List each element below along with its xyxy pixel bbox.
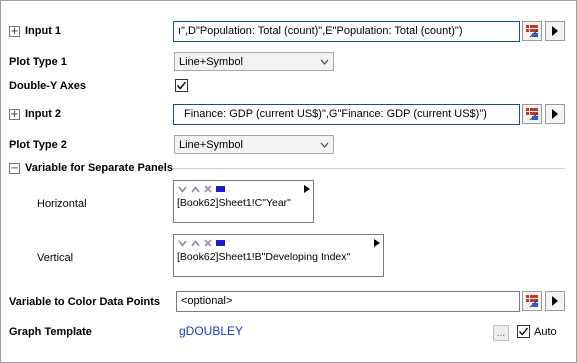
input1-menu-button[interactable]	[545, 21, 565, 41]
graph-template-value[interactable]: gDOUBLEY	[179, 324, 243, 338]
range-select-icon	[526, 25, 539, 38]
right-triangle-icon	[552, 26, 558, 36]
horizontal-variable-panel[interactable]: [Book62]Sheet1!C"Year"	[173, 180, 314, 223]
horizontal-label: Horizontal	[37, 198, 87, 210]
right-triangle-icon	[552, 296, 558, 306]
range-select-icon	[526, 108, 539, 121]
auto-label: Auto	[534, 326, 557, 338]
separate-panels-label: Variable for Separate Panels	[25, 162, 173, 174]
input2-field[interactable]: Finance: GDP (current US$)",G"Finance: G…	[173, 104, 520, 125]
range-select-icon	[526, 295, 539, 308]
input1-range-select-button[interactable]	[522, 21, 542, 41]
section-divider	[173, 168, 565, 169]
blue-square-icon[interactable]	[216, 240, 225, 246]
color-points-label: Variable to Color Data Points	[9, 296, 160, 308]
color-points-field[interactable]: <optional>	[176, 291, 520, 312]
plot-type2-value: Line+Symbol	[179, 138, 243, 151]
input2-label: Input 2	[25, 108, 62, 120]
dialog-panel: + Input 1 ı",D"Population: Total (count)…	[0, 0, 577, 363]
plot-type1-label: Plot Type 1	[9, 56, 67, 68]
checkmark-icon	[176, 81, 187, 90]
double-y-checkbox[interactable]	[175, 79, 188, 92]
x-icon[interactable]	[204, 239, 212, 247]
horizontal-panel-toolbar	[174, 181, 313, 195]
plot-type2-label: Plot Type 2	[9, 139, 67, 151]
vertical-label: Vertical	[37, 252, 74, 264]
input1-label: Input 1	[25, 25, 62, 37]
vertical-panel-toolbar	[174, 235, 383, 249]
right-triangle-icon	[552, 109, 558, 119]
x-icon[interactable]	[204, 185, 212, 193]
chevron-down-icon[interactable]	[178, 240, 187, 247]
collapse-separate-panels-icon[interactable]: −	[9, 163, 20, 174]
chevron-up-icon[interactable]	[191, 239, 200, 247]
horizontal-variable-value[interactable]: [Book62]Sheet1!C"Year"	[174, 195, 313, 211]
plot-type1-value: Line+Symbol	[179, 55, 243, 68]
blue-square-icon[interactable]	[216, 186, 225, 192]
plot-type2-select[interactable]: Line+Symbol	[174, 135, 334, 154]
expand-input2-icon[interactable]: +	[9, 109, 20, 120]
chevron-down-icon[interactable]	[178, 186, 187, 193]
chevron-down-icon	[320, 59, 329, 65]
plot-type1-select[interactable]: Line+Symbol	[174, 52, 334, 71]
double-y-label: Double-Y Axes	[9, 80, 87, 92]
chevron-up-icon[interactable]	[191, 185, 200, 193]
color-points-range-select-button[interactable]	[522, 291, 542, 311]
color-points-menu-button[interactable]	[545, 291, 565, 311]
graph-template-browse-button[interactable]: ...	[493, 325, 509, 341]
input2-range-select-button[interactable]	[522, 104, 542, 124]
vertical-variable-panel[interactable]: [Book62]Sheet1!B"Developing Index"	[173, 234, 384, 277]
expand-input1-icon[interactable]: +	[9, 26, 20, 37]
vertical-variable-value[interactable]: [Book62]Sheet1!B"Developing Index"	[174, 249, 383, 265]
right-triangle-icon[interactable]	[374, 239, 380, 247]
right-triangle-icon[interactable]	[304, 185, 310, 193]
input1-field[interactable]: ı",D"Population: Total (count)",E"Popula…	[173, 21, 520, 42]
auto-checkbox[interactable]	[517, 325, 530, 338]
graph-template-label: Graph Template	[9, 326, 92, 338]
input2-menu-button[interactable]	[545, 104, 565, 124]
checkmark-icon	[518, 327, 529, 336]
chevron-down-icon	[320, 142, 329, 148]
